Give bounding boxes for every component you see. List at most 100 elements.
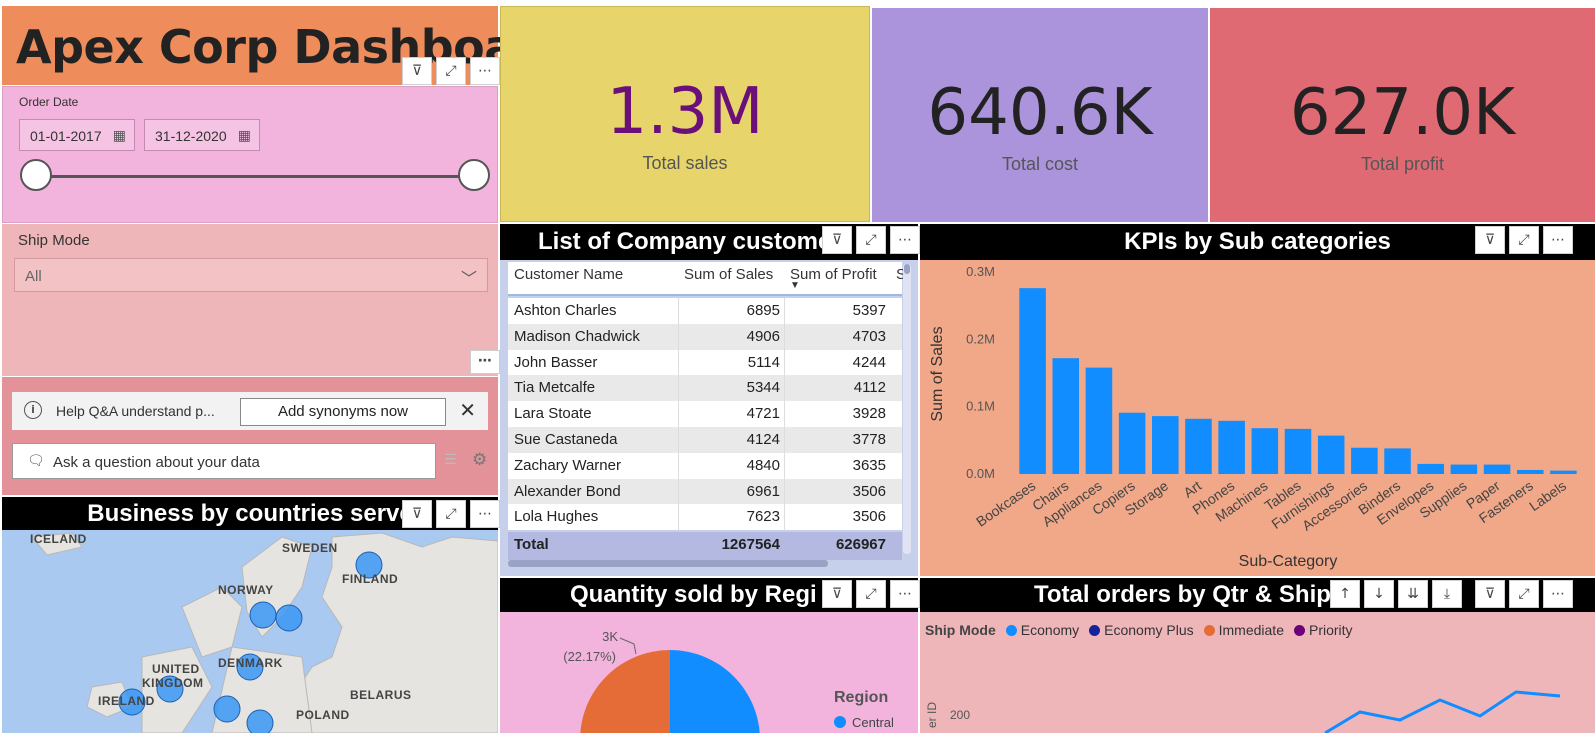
focus-mode-icon[interactable]: ⤢ [436, 500, 466, 528]
map-bubble[interactable] [275, 604, 303, 632]
close-icon[interactable]: ✕ [459, 398, 476, 422]
filter-icon[interactable]: ⊽ [822, 580, 852, 608]
pie-slice[interactable] [670, 650, 760, 733]
table-row[interactable]: Lola Hughes 7623 3506 [508, 504, 902, 531]
table-row[interactable]: Alexander Bond 6961 3506 [508, 478, 902, 505]
table-horizontal-scrollbar[interactable] [508, 560, 828, 567]
date-range-end-handle[interactable] [458, 159, 490, 191]
bar[interactable] [1483, 464, 1511, 474]
end-date-input[interactable]: 31-12-2020 ▦ [144, 119, 260, 151]
more-options-icon[interactable]: ⋯ [470, 57, 500, 85]
table-row[interactable]: Zachary Warner 4840 3635 [508, 452, 902, 479]
more-options-icon[interactable]: ⋯ [470, 350, 500, 374]
bar[interactable] [1251, 428, 1279, 474]
ship-mode-dropdown[interactable]: All ﹀ [14, 258, 488, 292]
column-header-sum-of-sales[interactable]: Sum of Sales [684, 266, 773, 283]
legend-item-economy-plus[interactable]: Economy Plus [1089, 622, 1194, 638]
bar[interactable] [1417, 463, 1444, 474]
qna-question-input[interactable]: 🗨 Ask a question about your data [12, 443, 436, 479]
date-range-start-handle[interactable] [20, 159, 52, 191]
line-legend: Ship Mode Economy Economy Plus Immediate… [925, 622, 1353, 638]
filter-icon[interactable]: ⊽ [402, 57, 432, 85]
bar[interactable] [1185, 418, 1212, 474]
more-options-icon[interactable]: ⋯ [890, 226, 920, 254]
table-row[interactable]: Lara Stoate 4721 3928 [508, 401, 902, 428]
map-label: ICELAND [30, 532, 87, 546]
bar[interactable] [1450, 464, 1478, 474]
line-series-economy[interactable] [1324, 690, 1561, 733]
bar[interactable] [1317, 435, 1345, 474]
column-separator [784, 349, 785, 376]
expand-all-icon[interactable]: ⤓ [1432, 580, 1462, 608]
pie-legend-item[interactable]: Central [852, 715, 894, 730]
pie-label-percent: (22.17%) [563, 649, 616, 664]
gear-icon[interactable]: ⚙ [472, 450, 487, 470]
more-options-icon[interactable]: ⋯ [890, 580, 920, 608]
cell-sum-of-sales: 4721 [746, 405, 780, 423]
bar[interactable] [1284, 428, 1312, 474]
focus-mode-icon[interactable]: ⤢ [856, 580, 886, 608]
table-row[interactable]: Sue Castaneda 4124 3778 [508, 427, 902, 453]
kpi-total-cost[interactable]: 640.6K Total cost [872, 8, 1208, 222]
column-header-sum-of-profit[interactable]: Sum of Profit [790, 266, 877, 283]
bar[interactable] [1351, 447, 1378, 474]
filter-icon[interactable]: ⊽ [402, 500, 432, 528]
focus-mode-icon[interactable]: ⤢ [1509, 226, 1539, 254]
legend-item-immediate[interactable]: Immediate [1203, 622, 1284, 638]
focus-mode-icon[interactable]: ⤢ [436, 57, 466, 85]
column-separator [784, 504, 785, 531]
kpi-total-profit[interactable]: 627.0K Total profit [1210, 8, 1595, 222]
filter-icon[interactable]: ⊽ [1475, 226, 1505, 254]
start-date-input[interactable]: 01-01-2017 ▦ [19, 119, 135, 151]
map-visual[interactable]: ICELAND SWEDEN FINLAND NORWAY UNITED KIN… [2, 497, 498, 733]
drill-up-icon[interactable]: ↑ [1330, 580, 1360, 608]
kpi-total-sales[interactable]: 1.3M Total sales [500, 6, 870, 222]
map-label: IRELAND [98, 694, 155, 708]
legend-item-priority[interactable]: Priority [1293, 622, 1353, 638]
add-synonyms-button[interactable]: Add synonyms now [240, 398, 446, 426]
line-chart-toolbar: ⊽ ⤢ ⋯ [1475, 580, 1573, 608]
map-bubble[interactable] [249, 601, 277, 629]
map-bubble[interactable] [213, 695, 241, 723]
more-options-icon[interactable]: ⋯ [1543, 226, 1573, 254]
column-header-customer-name[interactable]: Customer Name [514, 266, 623, 283]
focus-mode-icon[interactable]: ⤢ [1509, 580, 1539, 608]
bar[interactable] [1085, 367, 1113, 474]
customer-table-title-text: List of Company custome [538, 228, 832, 255]
more-options-icon[interactable]: ⋯ [470, 500, 500, 528]
table-vertical-scrollbar[interactable] [903, 264, 911, 554]
bar[interactable] [1550, 470, 1577, 474]
filter-icon[interactable]: ⊽ [1475, 580, 1505, 608]
legend-item-economy[interactable]: Economy [1005, 622, 1079, 638]
calendar-icon[interactable]: ▦ [113, 127, 126, 144]
focus-mode-icon[interactable]: ⤢ [856, 226, 886, 254]
list-icon[interactable]: ☰ [444, 452, 457, 468]
bar[interactable] [1516, 469, 1544, 474]
bar[interactable] [1152, 416, 1179, 474]
table-row[interactable]: Tia Metcalfe 5344 4112 [508, 375, 902, 402]
bar[interactable] [1052, 358, 1080, 474]
bar-chart-toolbar: ⊽ ⤢ ⋯ [1475, 226, 1573, 254]
date-slicer-toolbar: ⊽ ⤢ ⋯ [402, 57, 500, 85]
table-row[interactable]: John Basser 5114 4244 [508, 349, 902, 376]
cell-sum-of-profit: 4112 [853, 379, 886, 397]
bar[interactable] [1019, 288, 1046, 474]
kpi-profit-caption: Total profit [1360, 154, 1445, 174]
date-range-slider-track[interactable] [36, 175, 476, 178]
more-options-icon[interactable]: ⋯ [1543, 580, 1573, 608]
cell-sum-of-sales: 6895 [746, 302, 780, 319]
scrollbar-thumb[interactable] [904, 264, 910, 274]
filter-icon[interactable]: ⊽ [822, 226, 852, 254]
bar[interactable] [1118, 412, 1146, 474]
calendar-icon[interactable]: ▦ [238, 127, 251, 144]
bar[interactable] [1218, 420, 1245, 474]
column-separator [784, 401, 785, 428]
table-row[interactable]: Madison Chadwick 4906 4703 [508, 323, 902, 350]
pie-label-value: 3K [602, 629, 618, 644]
bar[interactable] [1384, 448, 1411, 474]
table-row[interactable]: Ashton Charles 6895 5397 [508, 298, 902, 324]
ship-mode-slicer: Ship Mode All ﹀ [2, 224, 498, 376]
expand-next-level-icon[interactable]: ⇊ [1398, 580, 1428, 608]
drill-down-icon[interactable]: ↓ [1364, 580, 1394, 608]
map-bubble[interactable] [246, 709, 274, 733]
